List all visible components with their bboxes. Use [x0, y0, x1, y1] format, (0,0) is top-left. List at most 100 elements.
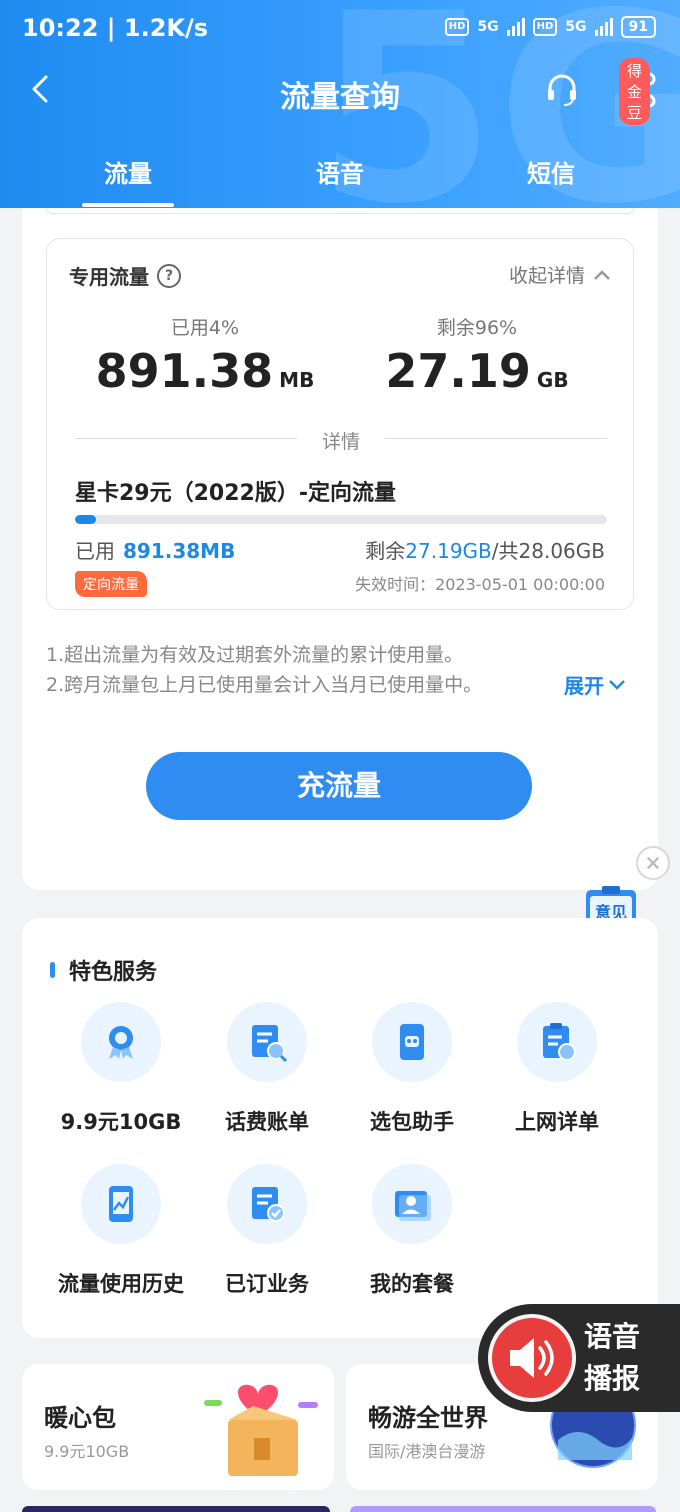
package-tag: 定向流量 — [75, 571, 147, 597]
service-label: 话费账单 — [225, 1110, 309, 1134]
chart-phone-icon — [81, 1164, 161, 1244]
collapse-details-button[interactable]: 收起详情 — [509, 261, 611, 288]
nav-bar: 流量查询 得金豆 — [0, 58, 680, 125]
hd-icon: HD — [444, 18, 470, 36]
service-label: 已订业务 — [225, 1272, 309, 1296]
title-marker — [50, 962, 55, 978]
next-card-edge — [22, 1506, 330, 1512]
remain-prefix: 剩余 — [365, 539, 406, 563]
usage-progress-bar — [75, 515, 607, 524]
close-icon[interactable] — [636, 846, 670, 880]
voice-text: 语音 播报 — [584, 1316, 640, 1400]
promo-warm-pack[interactable]: 暖心包 9.9元10GB — [22, 1364, 334, 1490]
header: 5G 10:22 | 1.2K/s HD 5G HD 5G 91 流量查询 得金… — [0, 0, 680, 208]
service-phone-bill[interactable]: 话费账单 — [194, 1002, 340, 1136]
expire-time: 失效时间：2023-05-01 00:00:00 — [355, 575, 605, 594]
network-speed: 1.2K/s — [123, 14, 209, 42]
dedicated-flow-card: 专用流量 ? 收起详情 已用4% 891.38 MB 剩余96% 27.19 GB … — [46, 238, 634, 610]
service-label: 我的套餐 — [370, 1272, 454, 1296]
divider-line — [385, 438, 607, 439]
service-label: 9.9元10GB — [60, 1110, 182, 1134]
promo-title: 暖心包 — [44, 1404, 116, 1432]
used-amount-value: 891.38MB — [123, 539, 236, 563]
notes: 1.超出流量为有效及过期套外流量的累计使用量。 2.跨月流量包上月已使用量会计入… — [46, 640, 646, 700]
signal-icon — [594, 18, 613, 36]
services-title-text: 特色服务 — [69, 960, 158, 985]
badge-icon — [81, 1002, 161, 1082]
voice-text-line-1: 语音 — [584, 1320, 641, 1353]
robot-phone-icon — [372, 1002, 452, 1082]
voice-text-line-2: 播报 — [584, 1362, 641, 1395]
remain-unit: GB — [536, 368, 569, 392]
clipboard-icon — [517, 1002, 597, 1082]
voice-broadcast-button[interactable]: 语音 播报 — [478, 1304, 680, 1412]
tab-voice[interactable]: 语音 — [316, 154, 364, 189]
section-title: 专用流量 ? — [69, 261, 181, 290]
service-label: 上网详单 — [515, 1110, 599, 1134]
doc-check-icon — [227, 1164, 307, 1244]
promo-title: 畅游全世界 — [368, 1404, 488, 1432]
used-amount: 已用 891.38MB — [75, 535, 235, 564]
next-card-edge — [350, 1506, 656, 1512]
main-card: 专用流量 ? 收起详情 已用4% 891.38 MB 剩余96% 27.19 GB … — [22, 208, 658, 890]
details-divider: 详情 — [75, 427, 607, 453]
note-line-2: 2.跨月流量包上月已使用量会计入当月已使用量中。 — [46, 674, 483, 696]
used-number: 891.38 — [95, 344, 274, 398]
remain-value: 27.19 GB — [347, 344, 607, 398]
speaker-icon — [488, 1314, 576, 1402]
id-card-icon — [372, 1164, 452, 1244]
signal-icon — [506, 18, 525, 36]
chevron-up-icon — [594, 269, 610, 280]
status-bar: 10:22 | 1.2K/s HD 5G HD 5G 91 — [0, 0, 680, 62]
service-package-helper[interactable]: 选包助手 — [339, 1002, 485, 1136]
used-stat: 已用4% 891.38 MB — [75, 313, 335, 398]
customer-service-icon[interactable] — [544, 72, 580, 108]
total-amount: /共28.06GB — [491, 539, 605, 563]
network-type-1: 5G — [477, 19, 499, 35]
section-title-text: 专用流量 — [69, 265, 149, 289]
service-usage-history[interactable]: 流量使用历史 — [48, 1164, 194, 1298]
promo-subtitle: 国际/港澳台漫游 — [368, 1442, 486, 1461]
note-line-1: 1.超出流量为有效及过期套外流量的累计使用量。 — [46, 644, 464, 666]
package-name: 星卡29元（2022版）-定向流量 — [75, 481, 396, 506]
promo-subtitle: 9.9元10GB — [44, 1442, 130, 1461]
tab-data[interactable]: 流量 — [82, 154, 174, 207]
remain-number: 27.19 — [385, 344, 531, 398]
recharge-data-button[interactable]: 充流量 — [146, 752, 532, 820]
help-icon[interactable]: ? — [157, 263, 181, 288]
tab-bar: 流量 语音 短信 — [0, 150, 680, 208]
used-prefix: 已用 — [75, 539, 115, 563]
chevron-down-icon — [609, 679, 625, 690]
service-9.9-10gb[interactable]: 9.9元10GB — [48, 1002, 194, 1136]
battery-icon: 91 — [620, 16, 656, 38]
service-label: 流量使用历史 — [58, 1272, 184, 1296]
status-icons: HD 5G HD 5G 91 — [444, 16, 656, 38]
coin-badge[interactable]: 得金豆 — [618, 58, 650, 125]
expand-button[interactable]: 展开 — [564, 670, 626, 699]
services-card: 特色服务 9.9元10GB 话费账单 选包助手 上网详单 流量使用历史 已订业务… — [22, 918, 658, 1338]
service-data-details[interactable]: 上网详单 — [484, 1002, 630, 1136]
services-title: 特色服务 — [50, 954, 157, 986]
share-button[interactable]: 得金豆 — [618, 58, 658, 125]
service-my-plan[interactable]: 我的套餐 — [339, 1164, 485, 1298]
used-unit: MB — [279, 368, 315, 392]
hd-icon: HD — [532, 18, 558, 36]
remain-label: 剩余96% — [436, 317, 518, 339]
previous-card-edge — [46, 208, 634, 214]
service-subscribed[interactable]: 已订业务 — [194, 1164, 340, 1298]
separator: | — [106, 14, 124, 42]
remain-stat: 剩余96% 27.19 GB — [347, 313, 607, 398]
gift-box-icon — [204, 1384, 318, 1476]
used-value: 891.38 MB — [75, 344, 335, 398]
network-type-2: 5G — [565, 19, 587, 35]
used-label: 已用4% — [170, 317, 240, 339]
battery-level: 91 — [628, 19, 648, 35]
expand-label: 展开 — [564, 674, 604, 698]
usage-progress-fill — [75, 515, 97, 524]
remain-amount-value: 27.19GB — [405, 539, 492, 563]
tab-sms[interactable]: 短信 — [527, 154, 575, 189]
collapse-label: 收起详情 — [508, 265, 585, 287]
status-time: 10:22 | 1.2K/s — [22, 14, 208, 42]
service-label: 选包助手 — [370, 1110, 454, 1134]
bill-search-icon — [227, 1002, 307, 1082]
